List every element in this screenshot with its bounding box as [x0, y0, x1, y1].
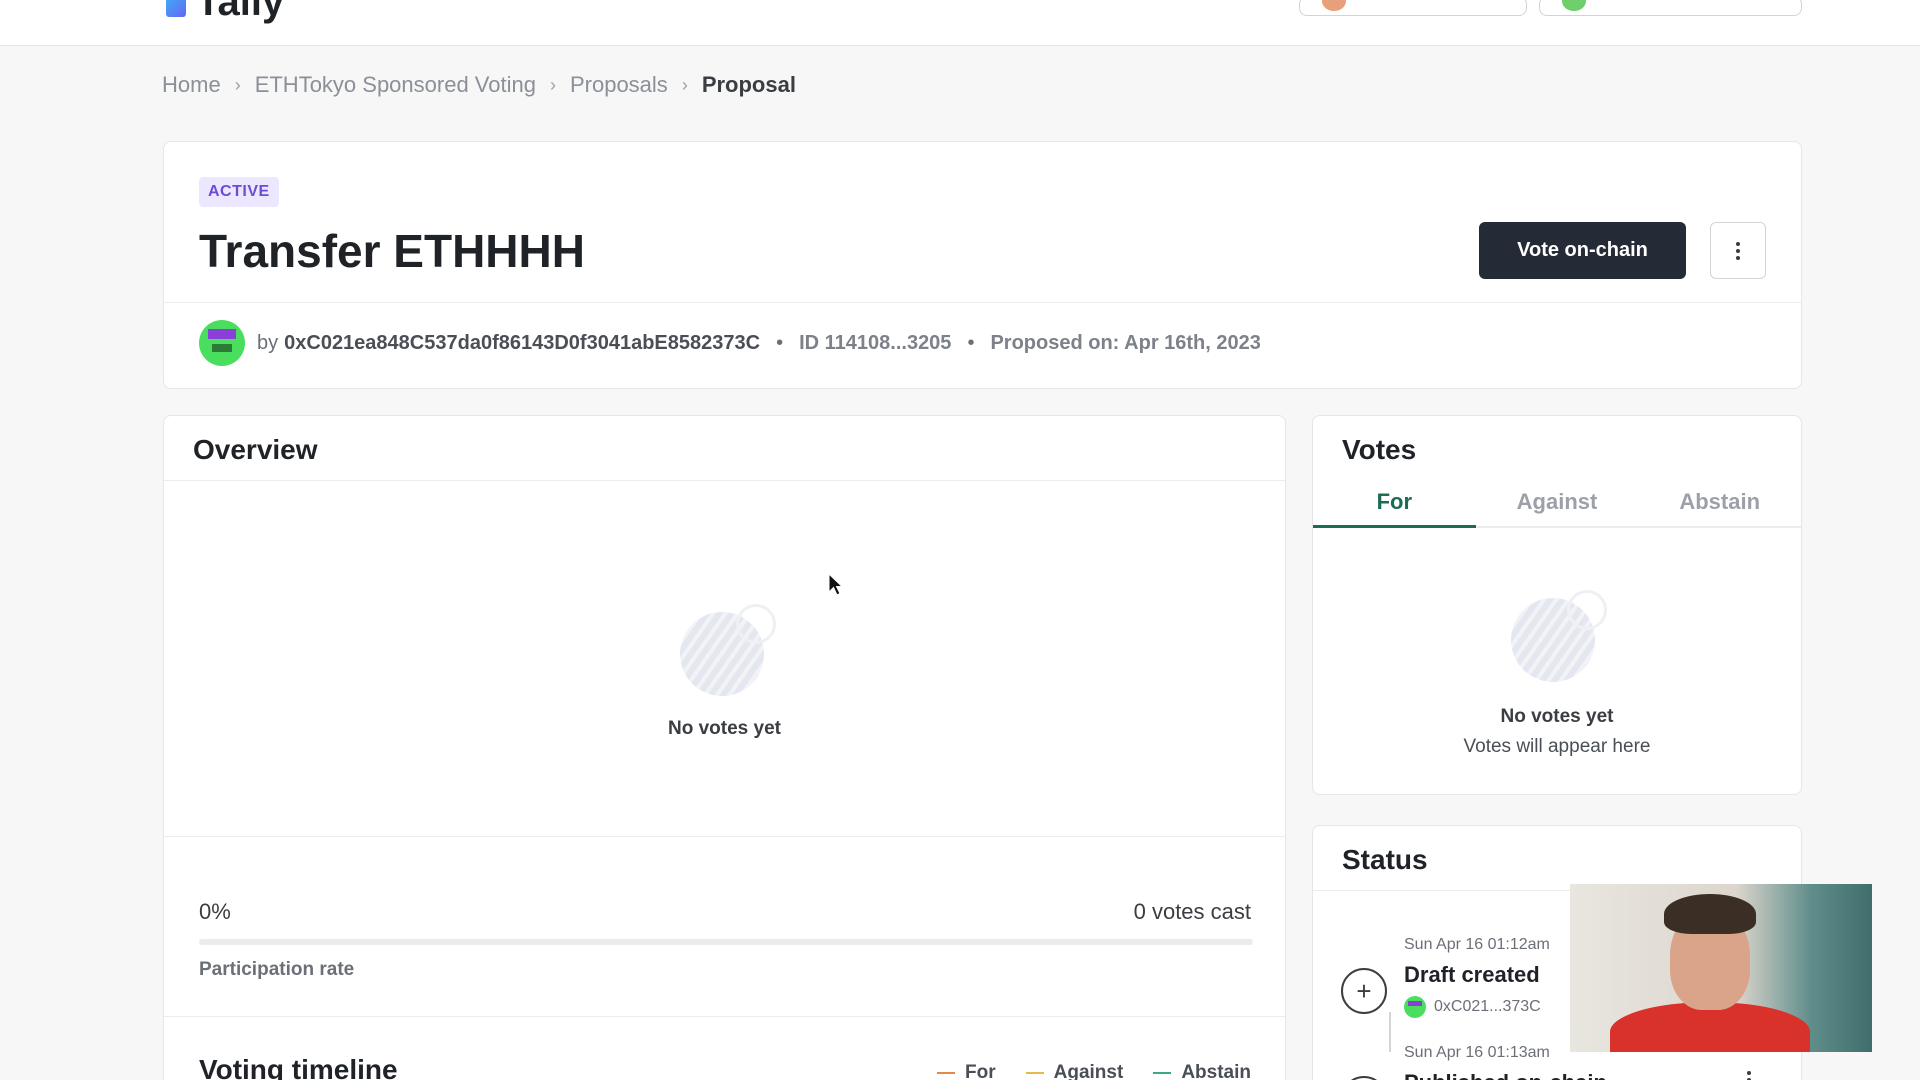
status-address[interactable]: 0xC021...373C	[1404, 996, 1541, 1018]
legend-line-icon	[937, 1072, 956, 1074]
legend-line-icon	[1025, 1072, 1044, 1074]
status-time: Sun Apr 16 01:13am	[1404, 1044, 1550, 1061]
by-label: by	[257, 331, 279, 354]
proposer-avatar[interactable]	[199, 320, 245, 366]
proposed-on-date: Proposed on: Apr 16th, 2023	[990, 331, 1261, 354]
overview-panel: Overview No votes yet 0% 0 votes cast Pa…	[163, 415, 1286, 1080]
separator-dot: •	[967, 331, 975, 354]
status-connector	[1389, 1012, 1391, 1052]
legend-label: Against	[1053, 1062, 1124, 1080]
empty-state-icon	[1511, 590, 1607, 682]
status-more-icon[interactable]	[1747, 1071, 1751, 1080]
logo-icon	[166, 0, 186, 17]
breadcrumb-governor[interactable]: ETHTokyo Sponsored Voting	[255, 72, 536, 98]
separator-dot: •	[776, 331, 784, 354]
status-title-text: Draft created	[1404, 962, 1540, 987]
proposal-meta: by 0xC021ea848C537da0f86143D0f3041abE858…	[199, 320, 1261, 366]
tab-against[interactable]: Against	[1476, 481, 1639, 526]
network-selector[interactable]	[1299, 0, 1527, 16]
votes-title: Votes	[1342, 434, 1417, 465]
wallet-avatar-icon	[1562, 0, 1586, 11]
divider	[164, 480, 1285, 481]
chevron-right-icon: ›	[234, 74, 241, 95]
plus-icon: +	[1341, 968, 1387, 1014]
proposal-title: Transfer ETHHHH	[199, 225, 585, 277]
logo-text: Tally	[196, 0, 285, 24]
legend-abstain[interactable]: Abstain	[1153, 1062, 1251, 1080]
participation-progress-bar	[199, 939, 1253, 945]
divider	[164, 1016, 1285, 1017]
votes-cast-count: 0 votes cast	[1133, 899, 1251, 924]
legend-label: For	[965, 1062, 996, 1080]
divider	[164, 836, 1285, 837]
avatar	[1404, 996, 1426, 1018]
rocket-icon	[1341, 1076, 1387, 1080]
tab-for[interactable]: For	[1313, 481, 1476, 528]
divider	[164, 302, 1801, 303]
proposal-header: ACTIVE Transfer ETHHHH Vote on-chain by …	[163, 141, 1802, 389]
votes-empty-title: No votes yet	[1500, 706, 1614, 727]
legend-line-icon	[1153, 1072, 1172, 1074]
participation-label: Participation rate	[199, 959, 355, 980]
legend-for[interactable]: For	[937, 1062, 996, 1080]
status-badge: ACTIVE	[199, 177, 279, 207]
participation-percent: 0%	[199, 899, 231, 924]
chevron-right-icon: ›	[681, 74, 688, 95]
overview-title: Overview	[193, 434, 318, 465]
webcam-overlay	[1570, 884, 1872, 1052]
status-title: Status	[1342, 844, 1428, 875]
more-options-button[interactable]	[1710, 222, 1766, 279]
breadcrumb-current: Proposal	[701, 72, 796, 97]
network-icon	[1322, 0, 1346, 11]
votes-empty-subtitle: Votes will appear here	[1463, 736, 1651, 757]
mouse-cursor-icon	[828, 573, 844, 596]
wallet-button[interactable]	[1539, 0, 1802, 16]
status-title-text: Published on-chain	[1404, 1070, 1607, 1080]
voting-timeline-title: Voting timeline	[199, 1054, 398, 1080]
tab-abstain[interactable]: Abstain	[1638, 481, 1801, 526]
breadcrumb-home[interactable]: Home	[162, 72, 221, 98]
empty-state-icon	[680, 604, 776, 696]
status-address-text: 0xC021...373C	[1434, 998, 1541, 1015]
vote-on-chain-button[interactable]: Vote on-chain	[1479, 222, 1686, 279]
app-logo[interactable]: Tally	[166, 0, 284, 22]
kebab-icon	[1736, 241, 1740, 260]
proposer-address[interactable]: 0xC021ea848C537da0f86143D0f3041abE858237…	[284, 332, 760, 355]
webcam-hair	[1664, 894, 1756, 934]
votes-tabs: For Against Abstain	[1313, 481, 1801, 528]
overview-empty-text: No votes yet	[668, 718, 781, 739]
proposal-id[interactable]: ID 114108...3205	[799, 332, 951, 355]
top-nav: Tally	[0, 0, 1920, 46]
breadcrumb-proposals[interactable]: Proposals	[570, 72, 668, 98]
legend-label: Abstain	[1181, 1062, 1251, 1080]
votes-panel: Votes For Against Abstain No votes yet V…	[1312, 415, 1802, 795]
status-time: Sun Apr 16 01:12am	[1404, 936, 1550, 953]
timeline-legend: For Against Abstain	[937, 1062, 1251, 1080]
legend-against[interactable]: Against	[1025, 1062, 1124, 1080]
chevron-right-icon: ›	[549, 74, 556, 95]
breadcrumb: Home › ETHTokyo Sponsored Voting › Propo…	[162, 72, 796, 98]
